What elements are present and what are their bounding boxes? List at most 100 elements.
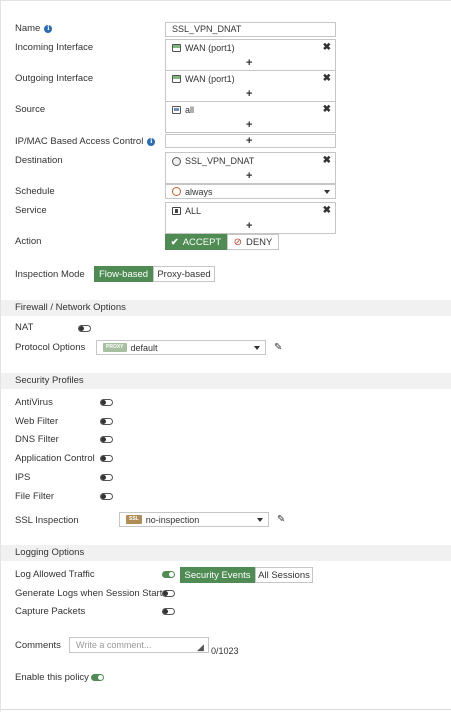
remove-icon[interactable]: ✖ [323,73,331,84]
edit-icon[interactable]: ✎ [277,514,285,525]
incoming-interface-label: Incoming Interface [15,42,94,53]
chevron-down-icon [324,190,330,194]
destination-label: Destination [15,155,63,166]
nat-toggle[interactable] [78,325,91,332]
remove-icon[interactable]: ✖ [323,205,331,216]
interface-icon [172,44,181,52]
name-label: Name i [15,23,53,34]
all-sessions-button[interactable]: All Sessions [255,567,313,583]
destination-entry: SSL_VPN_DNAT [172,156,254,166]
proxy-based-button[interactable]: Proxy-based [153,266,215,282]
security-profiles-header: Security Profiles [1,373,451,389]
add-icon[interactable]: + [246,170,252,182]
add-icon[interactable]: + [246,88,252,100]
destination-value: SSL_VPN_DNAT [185,156,255,166]
enable-policy-toggle[interactable] [91,674,104,681]
service-entry: ALL [172,206,201,216]
info-icon[interactable]: i [147,138,156,146]
incoming-interface-entry: WAN (port1) [172,43,235,53]
web-filter-label: Web Filter [15,416,59,427]
protocol-options-value: default [130,342,158,353]
remove-icon[interactable]: ✖ [323,104,331,115]
inspection-mode-label: Inspection Mode [15,269,85,280]
resize-handle-icon[interactable]: ◢ [197,642,204,653]
schedule-select[interactable]: always [165,184,336,199]
nat-label: NAT [15,322,34,333]
antivirus-label: AntiVirus [15,397,53,408]
comment-counter: 0/1023 [211,646,239,656]
interface-icon [172,75,181,83]
outgoing-interface-entry: WAN (port1) [172,74,235,84]
add-icon[interactable]: + [246,135,252,147]
protocol-options-label: Protocol Options [15,342,86,353]
security-events-button[interactable]: Security Events [180,567,255,583]
incoming-interface-field[interactable]: WAN (port1) ✖ + [165,39,336,71]
ssl-inspection-label: SSL Inspection [15,515,79,526]
add-icon[interactable]: + [246,57,252,69]
action-label: Action [15,236,42,247]
source-value: all [185,105,195,115]
file-filter-label: File Filter [15,491,55,502]
logging-options-header: Logging Options [1,545,451,561]
deny-label: DENY [245,236,273,248]
edit-icon[interactable]: ✎ [274,342,282,353]
info-icon[interactable]: i [44,25,53,33]
add-icon[interactable]: + [246,119,252,131]
remove-icon[interactable]: ✖ [323,42,331,53]
flow-based-button[interactable]: Flow-based [94,266,153,282]
dns-filter-toggle[interactable] [100,436,113,443]
ips-label: IPS [15,472,31,483]
ip-mac-label: IP/MAC Based Access Control i [15,136,156,147]
clock-icon [172,187,181,196]
file-filter-toggle[interactable] [100,493,113,500]
accept-button[interactable]: ✔ ACCEPT [165,234,227,250]
service-icon [172,207,181,215]
incoming-interface-value: WAN (port1) [185,43,235,53]
capture-packets-toggle[interactable] [162,608,175,615]
web-filter-toggle[interactable] [100,418,113,425]
chevron-down-icon [254,346,260,350]
capture-packets-label: Capture Packets [15,606,86,617]
proxy-badge: PROXY [103,343,127,352]
policy-form: Name i SSL_VPN_DNAT Incoming Interface WA… [0,0,451,712]
remove-icon[interactable]: ✖ [323,155,331,166]
protocol-options-select[interactable]: PROXY default [96,340,266,355]
chevron-down-icon [257,518,263,522]
ssl-inspection-select[interactable]: SSL no-inspection [119,512,269,527]
log-allowed-traffic-label: Log Allowed Traffic [15,569,95,580]
source-entry: all [172,105,194,115]
ssl-inspection-value: no-inspection [145,514,200,525]
name-input[interactable]: SSL_VPN_DNAT [165,22,336,37]
enable-policy-label: Enable this policy [15,672,89,683]
ip-mac-field[interactable]: + [165,134,336,148]
deny-icon: ⊘ [233,236,242,248]
antivirus-toggle[interactable] [100,399,113,406]
ips-toggle[interactable] [100,474,113,481]
comments-label: Comments [15,640,61,651]
address-icon [172,106,181,114]
dns-filter-label: DNS Filter [15,434,59,445]
vip-icon [172,156,181,166]
deny-button[interactable]: ⊘ DENY [227,234,279,250]
application-control-label: Application Control [15,453,95,464]
ssl-badge: SSL [126,515,142,524]
destination-field[interactable]: SSL_VPN_DNAT ✖ + [165,152,336,184]
log-session-start-toggle[interactable] [162,590,175,597]
accept-label: ACCEPT [182,236,222,248]
firewall-options-header: Firewall / Network Options [1,300,451,316]
service-field[interactable]: ALL ✖ + [165,202,336,234]
bottom-divider [1,709,451,710]
application-control-toggle[interactable] [100,455,113,462]
service-value: ALL [185,206,202,216]
schedule-value: always [185,186,213,197]
add-icon[interactable]: + [246,220,252,232]
log-session-start-label: Generate Logs when Session Starts [15,588,168,599]
log-allowed-traffic-toggle[interactable] [162,571,175,578]
schedule-label: Schedule [15,186,55,197]
source-label: Source [15,104,46,115]
source-field[interactable]: all ✖ + [165,101,336,133]
outgoing-interface-field[interactable]: WAN (port1) ✖ + [165,70,336,102]
check-icon: ✔ [170,236,179,248]
service-label: Service [15,205,47,216]
comment-textarea[interactable]: Write a comment... [69,637,209,653]
